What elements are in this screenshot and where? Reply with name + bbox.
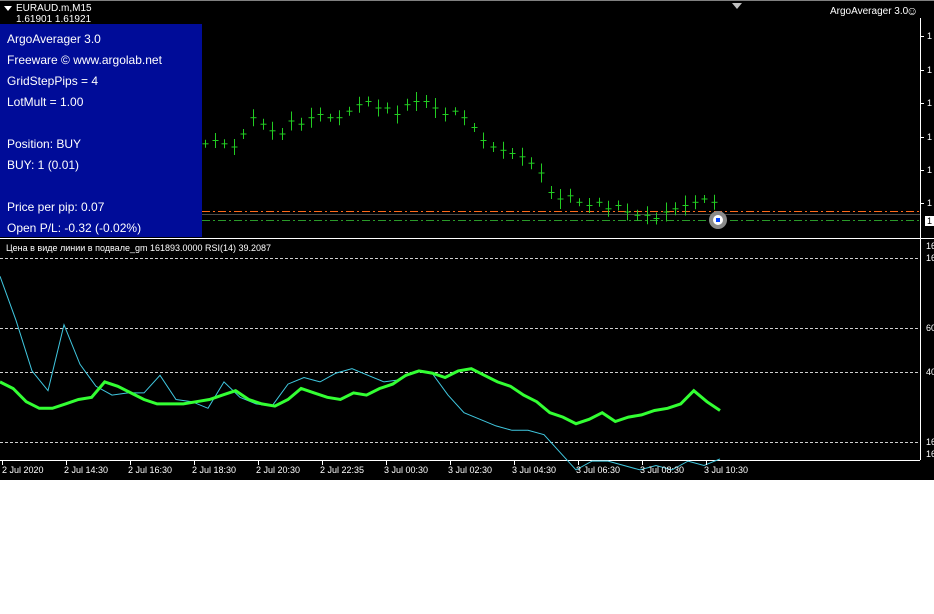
info-ea-title: ArgoAverager 3.0 [7,32,101,46]
time-axis-label: 3 Jul 00:30 [384,465,429,475]
current-price-label: 1 [925,216,934,226]
chart-shift-marker-icon[interactable] [732,3,742,9]
time-axis-label: 2 Jul 16:30 [128,465,173,475]
rsi-axis-label: 16 [926,437,934,447]
ea-info-panel: ArgoAverager 3.0 Freeware © www.argolab.… [0,24,202,237]
price-axis-label: 1 [927,31,933,41]
rsi-axis-label: 16 [926,253,934,263]
time-axis-label: 3 Jul 10:30 [704,465,749,475]
price-axis-label: 1 [927,198,933,208]
time-axis-label: 2 Jul 14:30 [64,465,109,475]
time-axis-label: 2 Jul 2020 [2,465,44,475]
time-axis-label: 3 Jul 04:30 [512,465,557,475]
price-axis-label: 1 [927,98,933,108]
info-lot-mult: LotMult = 1.00 [7,95,84,109]
time-axis-label: 3 Jul 08:30 [640,465,685,475]
rsi-series [0,367,721,426]
info-grid-step: GridStepPips = 4 [7,74,99,88]
info-position: Position: BUY [7,137,82,151]
info-buy-count: BUY: 1 (0.01) [7,158,80,172]
rsi-axis-label: 16 [926,449,934,459]
rsi-axis-label: 60 [926,323,934,333]
mt4-chart-window[interactable]: EURAUD.m,M15 1.61901 1.61921 1.61870 1.6… [0,0,934,480]
info-price-per-pip: Price per pip: 0.07 [7,200,105,214]
time-axis-label: 2 Jul 22:35 [320,465,365,475]
trade-position-icon[interactable] [709,211,727,229]
chart-menu-arrow-icon[interactable] [4,6,12,11]
info-open-pl: Open P/L: -0.32 (-0.02%) [7,221,142,235]
expert-advisor-name[interactable]: ArgoAverager 3.0 [830,6,908,17]
price-bars [202,92,718,225]
smiley-face-icon[interactable]: ☺ [906,4,918,18]
rsi-axis-label: 40 [926,367,934,377]
time-axis-label: 3 Jul 06:30 [576,465,621,475]
indicator-caption: Цена в виде линии в подвале_gm 161893.00… [6,243,272,253]
time-axis-label: 2 Jul 20:30 [256,465,301,475]
rsi-axis-label: 16 [926,241,934,251]
time-axis-label: 2 Jul 18:30 [192,465,237,475]
time-axis-label: 3 Jul 02:30 [448,465,493,475]
price-axis-label: 1 [927,65,933,75]
price-axis-label: 1 [927,165,933,175]
price-line-series [0,276,721,471]
info-copyright: Freeware © www.argolab.net [7,53,162,67]
price-axis-label: 1 [927,132,933,142]
